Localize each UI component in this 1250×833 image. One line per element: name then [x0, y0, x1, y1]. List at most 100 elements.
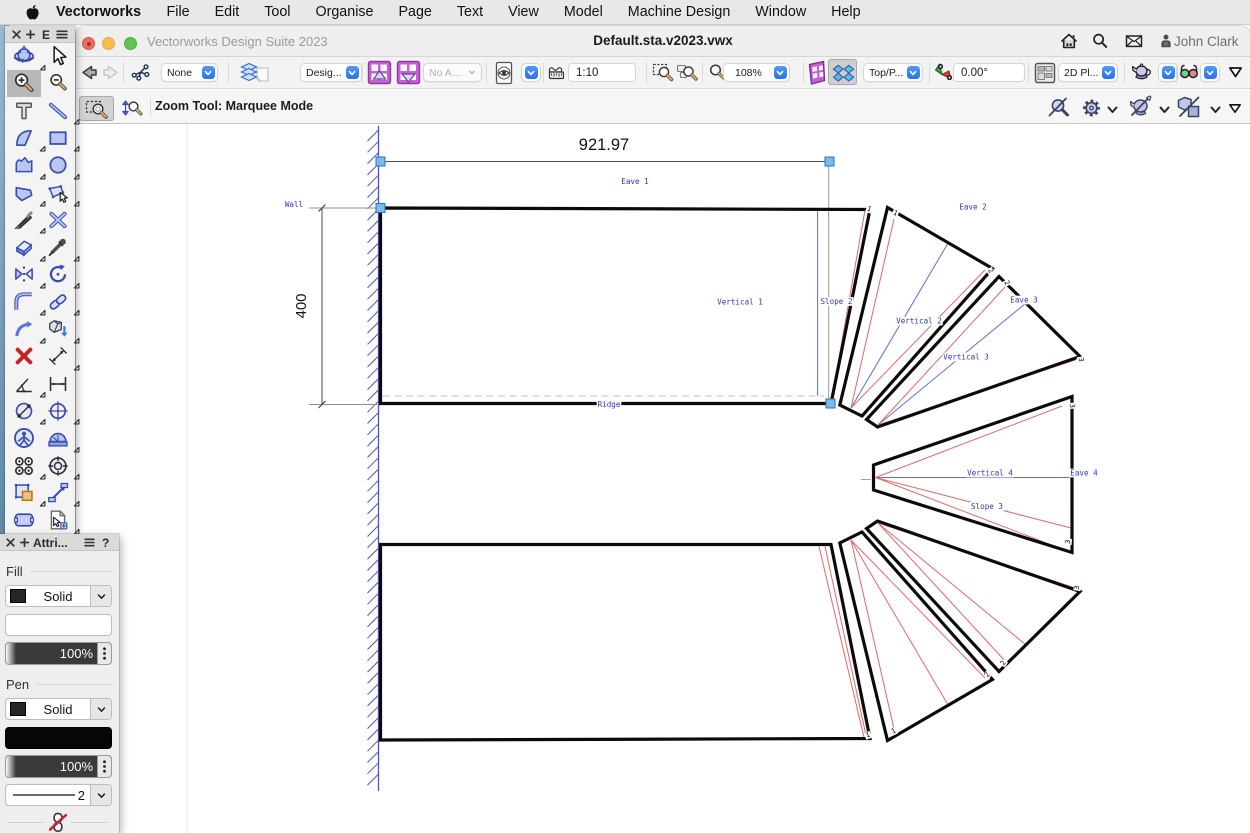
- menu-item-tool[interactable]: Tool: [252, 4, 303, 20]
- layers-icon[interactable]: [240, 62, 271, 89]
- tool-center-mark-icon[interactable]: [41, 398, 75, 425]
- tool-palette-header[interactable]: E: [5, 26, 75, 43]
- unified-view-button[interactable]: [828, 59, 857, 85]
- menu-icon[interactable]: [56, 30, 68, 39]
- tool-fillet-icon[interactable]: [7, 289, 41, 316]
- menu-item-model[interactable]: Model: [551, 4, 615, 20]
- scale-tape-icon[interactable]: [548, 64, 565, 86]
- attributes-palette-header[interactable]: Attri... ?: [0, 534, 119, 551]
- drawing-canvas[interactable]: 921.97400WallEave 1Eave 2Eave 3Slope 2Ve…: [76, 124, 1250, 833]
- tool-circle-icon[interactable]: [41, 152, 75, 179]
- tool-leader-icon[interactable]: [41, 480, 75, 507]
- menu-item-file[interactable]: File: [154, 4, 202, 20]
- view-dropdown[interactable]: Top/P...: [863, 63, 923, 82]
- menu-item-organise[interactable]: Organise: [303, 4, 386, 20]
- render-chevron-icon[interactable]: [1159, 102, 1170, 120]
- tool-reshape-icon[interactable]: [41, 180, 75, 207]
- visibility-dropdown[interactable]: [521, 63, 541, 82]
- tool-eraser-icon[interactable]: [7, 234, 41, 261]
- tool-dim-angle-icon[interactable]: [7, 371, 41, 398]
- menu-item-machine-design[interactable]: Machine Design: [615, 4, 743, 20]
- selection-handle[interactable]: [376, 157, 385, 166]
- pen-style-dropdown[interactable]: Solid: [5, 698, 112, 720]
- close-icon[interactable]: [12, 30, 21, 39]
- tool-scissors-icon[interactable]: [41, 207, 75, 234]
- projection-chevron-icon[interactable]: [1210, 102, 1221, 120]
- selection-handle[interactable]: [825, 157, 834, 166]
- view-glasses-icon[interactable]: [1179, 63, 1199, 86]
- pen-opacity-slider[interactable]: 100%: [5, 755, 112, 778]
- tool-import-doc-icon[interactable]: [41, 507, 75, 534]
- selection-handle[interactable]: [826, 399, 835, 408]
- tool-delete-icon[interactable]: [7, 343, 41, 370]
- zoom-marquee-icon[interactable]: [652, 62, 674, 89]
- render-dropdown[interactable]: [1158, 63, 1178, 82]
- tool-modify-arrow-icon[interactable]: [7, 316, 41, 343]
- tool-dim-diagonal-icon[interactable]: [41, 343, 75, 370]
- menu-item-text[interactable]: Text: [444, 4, 495, 20]
- attribute-link-row[interactable]: [0, 812, 119, 833]
- tool-slab-icon[interactable]: [7, 507, 41, 534]
- drawing-area[interactable]: 921.97400WallEave 1Eave 2Eave 3Slope 2Ve…: [76, 124, 1250, 833]
- tool-knife-icon[interactable]: [7, 207, 41, 234]
- tool-dim-linear-icon[interactable]: [41, 371, 75, 398]
- title-bar[interactable]: Vectorworks Design Suite 2023 Default.st…: [76, 26, 1250, 57]
- glasses-dropdown[interactable]: [1200, 63, 1220, 82]
- tool-zoom-in-icon[interactable]: [7, 70, 41, 97]
- opacity-menu-icon[interactable]: [97, 643, 111, 664]
- tool-clip-icon[interactable]: [7, 480, 41, 507]
- zoom-dropdown[interactable]: 108%: [723, 63, 790, 82]
- help-icon[interactable]: ?: [102, 536, 109, 550]
- line-weight-dropdown[interactable]: 2: [5, 784, 112, 806]
- layer-dropdown[interactable]: Desig...: [300, 63, 362, 82]
- tool-human-figure-icon[interactable]: [7, 425, 41, 452]
- tool-flyover-icon[interactable]: [7, 43, 41, 70]
- plane-dropdown[interactable]: 2D Pl...: [1058, 63, 1118, 82]
- navigation-graph-icon[interactable]: [131, 63, 150, 87]
- filter-icon[interactable]: [1228, 101, 1242, 119]
- expand-icon[interactable]: [20, 538, 29, 547]
- dimension-value[interactable]: 921.97: [579, 136, 629, 154]
- zoom-page-icon[interactable]: [676, 62, 698, 89]
- render-teapot-icon[interactable]: [1130, 61, 1153, 89]
- render-style-icon[interactable]: [1127, 95, 1153, 125]
- selection-handle[interactable]: [376, 204, 385, 213]
- menu-item-help[interactable]: Help: [819, 4, 873, 20]
- menu-item-window[interactable]: Window: [743, 4, 819, 20]
- menu-item-page[interactable]: Page: [386, 4, 444, 20]
- tool-polygon-icon[interactable]: [7, 180, 41, 207]
- scale-field[interactable]: 1:10: [568, 63, 636, 82]
- pen-color-bar[interactable]: [5, 727, 112, 749]
- tool-protractor-icon[interactable]: [41, 425, 75, 452]
- forward-icon[interactable]: [101, 62, 122, 88]
- dimension-value[interactable]: 400: [293, 293, 310, 318]
- saved-view-down-icon[interactable]: [396, 60, 421, 90]
- apple-icon[interactable]: [25, 4, 37, 20]
- cube-icon[interactable]: [807, 60, 827, 91]
- back-icon[interactable]: [78, 62, 99, 88]
- tool-mirror-icon[interactable]: [7, 261, 41, 288]
- tool-text-icon[interactable]: [7, 98, 41, 125]
- angle-field[interactable]: 0.00°: [953, 63, 1025, 82]
- axis-angle-icon[interactable]: [933, 62, 954, 89]
- user-name[interactable]: John Clark: [1174, 34, 1239, 49]
- mail-icon[interactable]: [1125, 32, 1143, 50]
- home-icon[interactable]: [1060, 32, 1078, 50]
- tool-rings-icon[interactable]: [7, 453, 41, 480]
- window-layout-icon[interactable]: [1034, 62, 1056, 89]
- search-icon[interactable]: [1091, 32, 1109, 50]
- mode-marquee-button[interactable]: [79, 96, 114, 121]
- menu-icon[interactable]: [84, 538, 95, 547]
- opacity-menu-icon[interactable]: [97, 756, 111, 777]
- fill-style-dropdown[interactable]: Solid: [5, 585, 112, 607]
- tool-rectangle-icon[interactable]: [41, 125, 75, 152]
- close-icon[interactable]: [6, 538, 15, 547]
- gear-chevron-icon[interactable]: [1107, 102, 1118, 120]
- menu-item-edit[interactable]: Edit: [202, 4, 252, 20]
- tool-zoom-out-icon[interactable]: [41, 70, 75, 97]
- more-chevron-icon[interactable]: [1228, 66, 1243, 84]
- tool-extrude-icon[interactable]: [41, 316, 75, 343]
- tool-line-icon[interactable]: [41, 98, 75, 125]
- tool-rotate-icon[interactable]: [41, 261, 75, 288]
- class-dropdown[interactable]: None: [161, 63, 218, 82]
